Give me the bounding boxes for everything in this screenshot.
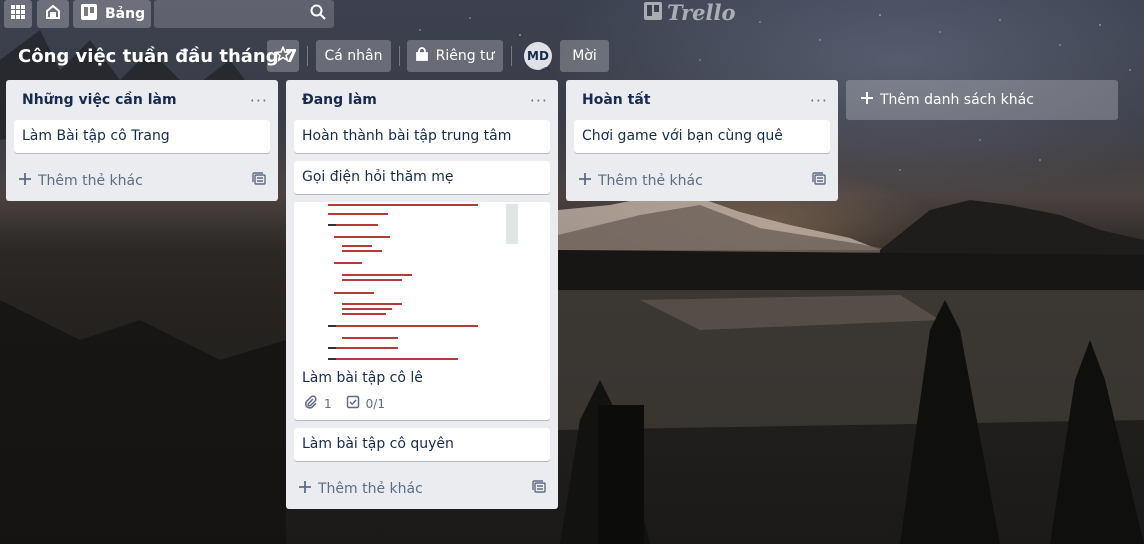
card[interactable]: Chơi game với bạn cùng quê bbox=[574, 120, 830, 153]
card-badges: 1 0/1 bbox=[294, 395, 550, 420]
add-list-label: Thêm danh sách khác bbox=[880, 92, 1034, 108]
add-card-button[interactable]: Thêm thẻ khác bbox=[298, 480, 423, 498]
create-from-template-icon[interactable] bbox=[812, 172, 826, 190]
top-navigation-bar: Bảng Trello bbox=[0, 0, 1144, 28]
plus-icon bbox=[860, 91, 874, 109]
team-visibility-button[interactable]: Cá nhân bbox=[316, 40, 391, 72]
header-divider bbox=[511, 46, 512, 66]
plus-icon bbox=[298, 480, 312, 498]
list-menu-icon[interactable]: ··· bbox=[810, 91, 828, 110]
add-card-label: Thêm thẻ khác bbox=[318, 481, 423, 497]
list-header: Những việc cần làm ··· bbox=[6, 80, 278, 120]
header-divider bbox=[399, 46, 400, 66]
add-list-button[interactable]: Thêm danh sách khác bbox=[846, 80, 1118, 120]
search-icon bbox=[310, 4, 326, 24]
plus-icon bbox=[578, 172, 592, 190]
list-menu-icon[interactable]: ··· bbox=[530, 91, 548, 110]
list-todo: Những việc cần làm ··· Làm Bài tập cô Tr… bbox=[6, 80, 278, 201]
list-header: Hoàn tất ··· bbox=[566, 80, 838, 120]
card-title: Làm bài tập cô quyên bbox=[302, 436, 454, 452]
list-menu-icon[interactable]: ··· bbox=[250, 91, 268, 110]
card[interactable]: Làm bài tập cô quyên bbox=[294, 428, 550, 461]
card[interactable]: Gọi điện hỏi thăm mẹ bbox=[294, 161, 550, 194]
checkbox-icon bbox=[346, 395, 360, 412]
invite-button[interactable]: Mời bbox=[560, 40, 609, 72]
home-button[interactable] bbox=[37, 0, 69, 28]
card-title: Làm Bài tập cô Trang bbox=[22, 128, 170, 144]
add-card-button[interactable]: Thêm thẻ khác bbox=[578, 172, 703, 190]
plus-icon bbox=[18, 172, 32, 190]
create-from-template-icon[interactable] bbox=[252, 172, 266, 190]
card[interactable]: Làm Bài tập cô Trang bbox=[14, 120, 270, 153]
list-title[interactable]: Hoàn tất bbox=[582, 92, 650, 108]
boards-button[interactable]: Bảng bbox=[73, 0, 151, 28]
list-header: Đang làm ··· bbox=[286, 80, 558, 120]
header-divider bbox=[307, 46, 308, 66]
card-cover-image bbox=[294, 202, 550, 362]
lock-icon bbox=[415, 47, 428, 65]
list-footer: Thêm thẻ khác bbox=[566, 161, 838, 201]
add-card-button[interactable]: Thêm thẻ khác bbox=[18, 172, 143, 190]
card-title: Hoàn thành bài tập trung tâm bbox=[302, 128, 512, 144]
trello-logo[interactable]: Trello bbox=[644, 0, 736, 25]
card-with-cover[interactable]: Làm bài tập cô lê 1 0/1 bbox=[294, 202, 550, 420]
board-icon bbox=[81, 4, 97, 24]
star-icon bbox=[274, 45, 292, 66]
create-from-template-icon[interactable] bbox=[532, 480, 546, 498]
list-doing: Đang làm ··· Hoàn thành bài tập trung tâ… bbox=[286, 80, 558, 509]
card-title: Làm bài tập cô lê bbox=[302, 370, 423, 386]
attachment-badge: 1 bbox=[304, 395, 332, 412]
add-card-label: Thêm thẻ khác bbox=[38, 173, 143, 189]
list-done: Hoàn tất ··· Chơi game với bạn cùng quê … bbox=[566, 80, 838, 201]
list-footer: Thêm thẻ khác bbox=[286, 469, 558, 509]
privacy-button[interactable]: Riêng tư bbox=[407, 40, 503, 72]
document-thumbnail bbox=[328, 204, 518, 362]
card-title: Chơi game với bạn cùng quê bbox=[582, 128, 783, 144]
trello-logo-icon bbox=[644, 0, 662, 25]
admin-chevron-icon: ︽ bbox=[541, 63, 551, 73]
attachment-count: 1 bbox=[324, 396, 332, 411]
checklist-count: 0/1 bbox=[365, 396, 385, 411]
list-footer: Thêm thẻ khác bbox=[6, 161, 278, 201]
home-icon bbox=[44, 3, 62, 25]
card-title: Gọi điện hỏi thăm mẹ bbox=[302, 169, 454, 185]
apps-button[interactable] bbox=[4, 0, 32, 28]
checklist-badge: 0/1 bbox=[346, 395, 385, 412]
paperclip-icon bbox=[304, 395, 318, 412]
card[interactable]: Hoàn thành bài tập trung tâm bbox=[294, 120, 550, 153]
board-title[interactable]: Công việc tuần đầu tháng 7 bbox=[18, 46, 297, 67]
boards-label: Bảng bbox=[105, 6, 146, 22]
search-input[interactable] bbox=[154, 0, 334, 28]
list-title[interactable]: Đang làm bbox=[302, 92, 377, 108]
logo-text: Trello bbox=[667, 0, 736, 25]
list-title[interactable]: Những việc cần làm bbox=[22, 92, 177, 108]
privacy-label: Riêng tư bbox=[435, 48, 495, 64]
star-board-button[interactable] bbox=[267, 40, 299, 72]
add-card-label: Thêm thẻ khác bbox=[598, 173, 703, 189]
grid-icon bbox=[10, 4, 26, 24]
